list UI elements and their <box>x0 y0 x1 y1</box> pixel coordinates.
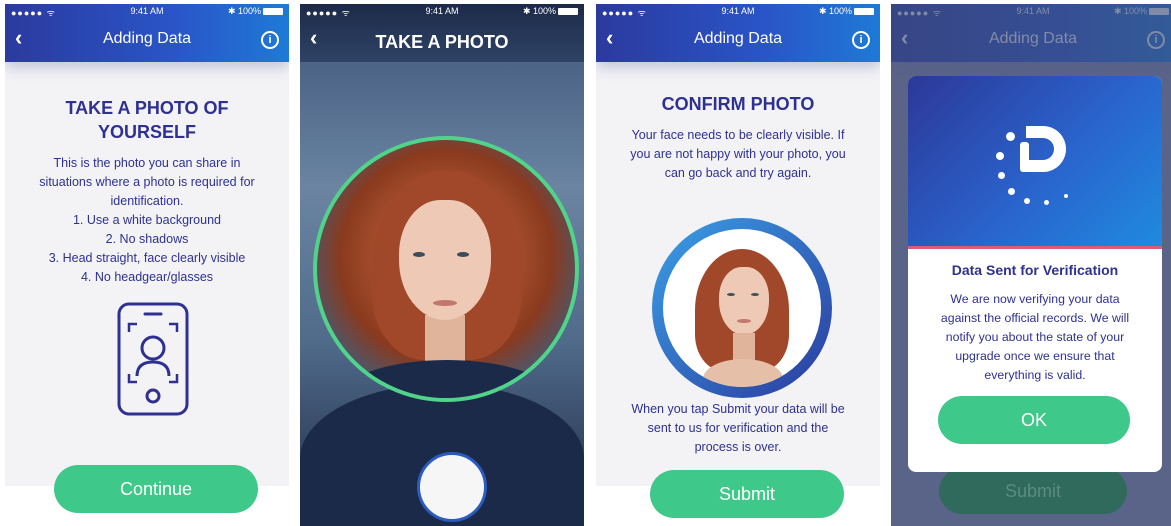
modal-banner <box>908 76 1162 249</box>
logo-dot <box>998 172 1005 179</box>
logo-dot <box>996 152 1004 160</box>
status-bar: ●●●●● ᯤ 9:41 AM ✱ 100% <box>891 4 1171 20</box>
screen-take-photo-instructions: ●●●●● ᯤ 9:41 AM ✱ 100% ‹ Adding Data i T… <box>5 4 289 526</box>
page-title: TAKE A PHOTO <box>375 32 509 52</box>
submit-button[interactable]: Submit <box>650 470 844 518</box>
lips <box>433 300 457 306</box>
intro-text: Your face needs to be clearly visible. I… <box>630 128 846 180</box>
battery-indicator: ✱ 100% <box>523 6 578 17</box>
header-bar: ●●●●● ᯤ 9:41 AM ✱ 100% ‹ TAKE A PHOTO <box>300 4 584 62</box>
logo-dot <box>1044 200 1049 205</box>
shutter-button[interactable] <box>417 452 487 522</box>
heading: TAKE A PHOTO OF YOURSELF <box>65 98 229 142</box>
screen-confirm-photo: ●●●●● ᯤ 9:41 AM ✱ 100% ‹ Adding Data i C… <box>596 4 880 526</box>
battery-indicator: ✱ 100% <box>819 6 874 17</box>
battery-indicator: ✱ 100% <box>228 6 283 17</box>
eye-right <box>457 252 469 257</box>
info-icon: i <box>1147 31 1165 49</box>
modal-title: Data Sent for Verification <box>951 262 1119 278</box>
face-frame <box>313 136 579 402</box>
logo-dot <box>1024 198 1030 204</box>
page-title: Adding Data <box>102 30 192 47</box>
continue-button[interactable]: Continue <box>54 465 258 513</box>
eye-left <box>413 252 425 257</box>
header-bar: ●●●●● ᯤ 9:41 AM ✱ 100% ‹ Adding Data i <box>596 4 880 62</box>
info-icon[interactable]: i <box>852 31 870 49</box>
logo-dot <box>1006 132 1015 141</box>
photo-preview <box>652 218 832 398</box>
header-bar: ●●●●● ᯤ 9:41 AM ✱ 100% ‹ Adding Data i <box>5 4 289 62</box>
eye-left <box>727 293 735 296</box>
page-title: Adding Data <box>988 30 1078 47</box>
face <box>719 267 769 335</box>
status-bar: ●●●●● ᯤ 9:41 AM ✱ 100% <box>596 4 880 20</box>
photo-frame <box>663 229 821 387</box>
info-icon[interactable]: i <box>261 31 279 49</box>
logo-dot <box>1064 194 1068 198</box>
lips <box>737 319 751 323</box>
ok-button[interactable]: OK <box>938 396 1130 444</box>
status-bar: ●●●●● ᯤ 9:41 AM ✱ 100% <box>300 4 584 20</box>
logo-d-icon <box>1026 126 1066 172</box>
shirt <box>337 360 557 398</box>
header-bar: ●●●●● ᯤ 9:41 AM ✱ 100% ‹ Adding Data i <box>891 4 1171 62</box>
selfie-phone-icon <box>117 302 189 416</box>
dimmed-submit-button: Submit <box>939 468 1127 514</box>
outro-text: When you tap Submit your data will be se… <box>631 402 845 454</box>
logo-dot <box>1008 188 1015 195</box>
eye-right <box>751 293 759 296</box>
modal-body: We are now verifying your data against t… <box>940 292 1130 382</box>
screen-camera: ●●●●● ᯤ 9:41 AM ✱ 100% ‹ TAKE A PHOTO <box>300 4 584 526</box>
page-title: Adding Data <box>693 30 783 47</box>
verification-modal: Data Sent for Verification We are now ve… <box>908 76 1162 472</box>
battery-indicator: ✱ 100% <box>1114 6 1169 17</box>
screen-verification-dialog: ●●●●● ᯤ 9:41 AM ✱ 100% ‹ Adding Data i S… <box>891 4 1171 526</box>
status-bar: ●●●●● ᯤ 9:41 AM ✱ 100% <box>5 4 289 20</box>
heading: CONFIRM PHOTO <box>661 94 815 114</box>
instructions: This is the photo you can share in situa… <box>39 156 255 284</box>
